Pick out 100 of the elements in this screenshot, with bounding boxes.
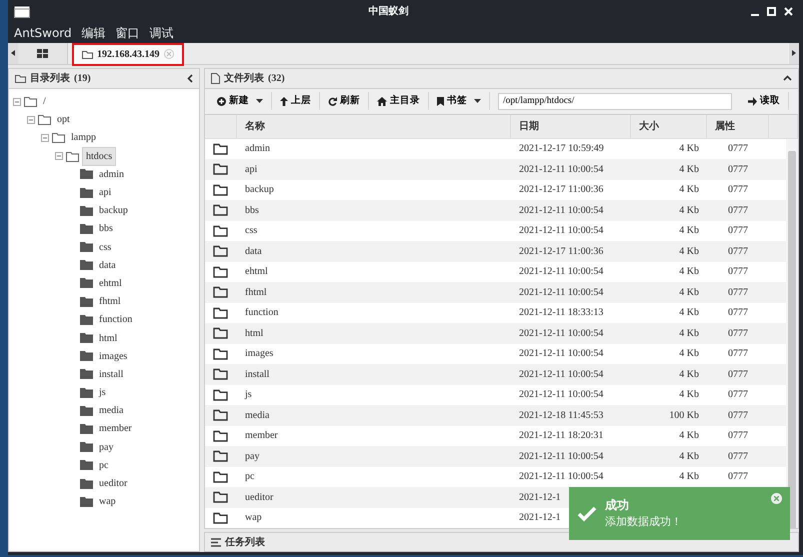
tree-item[interactable]: pay <box>96 438 116 456</box>
close-icon <box>774 496 779 501</box>
folder-icon <box>80 260 93 270</box>
tree-item[interactable]: api <box>96 184 114 202</box>
read-button[interactable]: 读取 <box>740 92 789 110</box>
folder-icon <box>213 163 228 176</box>
right-arrow-icon <box>792 50 796 56</box>
scroll-right-button[interactable] <box>789 42 799 64</box>
expand-toggle[interactable] <box>27 116 35 124</box>
minimize-icon <box>751 14 759 16</box>
tree-item[interactable]: admin <box>96 166 127 183</box>
column-header[interactable]: 名称 <box>237 114 511 138</box>
expand-toggle[interactable] <box>55 152 63 160</box>
column-header[interactable]: 日期 <box>511 114 631 138</box>
toolbar-button[interactable]: 刷新 <box>320 92 369 110</box>
table-cell-text: js <box>245 388 252 402</box>
table-cell-text: 0777 <box>728 368 748 382</box>
toolbar-button[interactable]: 上层 <box>272 92 320 110</box>
folder-icon <box>80 351 93 362</box>
table-cell-text: 2021-12-11 10:00:54 <box>519 162 604 177</box>
folder-icon <box>80 314 93 325</box>
collapse-icon[interactable] <box>783 75 792 81</box>
tree-item[interactable]: member <box>96 420 135 438</box>
table-cell-text: 0777 <box>728 388 748 402</box>
table-cell-text: 2021-12-11 10:00:54 <box>519 224 604 238</box>
menu-item[interactable]: 编辑 <box>82 24 106 42</box>
tree-item[interactable]: function <box>96 311 136 328</box>
tree-item[interactable]: js <box>96 384 109 402</box>
close-icon <box>784 7 793 16</box>
tree-item[interactable]: ehtml <box>96 274 125 292</box>
grid-tab[interactable] <box>18 42 68 64</box>
tree-item[interactable]: images <box>96 348 130 365</box>
tree-item[interactable]: pc <box>96 456 112 474</box>
tree-item[interactable]: media <box>96 402 126 420</box>
table-cell-text: 0777 <box>728 142 748 156</box>
folder-icon <box>213 286 228 298</box>
column-header[interactable]: 属性 <box>707 114 769 138</box>
tree-item[interactable]: fhtml <box>96 293 124 310</box>
table-cell-text: 4 Kb <box>679 429 699 444</box>
panel-title: 任务列表 <box>225 536 265 550</box>
tree-item[interactable]: / <box>40 93 49 110</box>
home-icon <box>377 96 387 106</box>
table-cell-text: function <box>245 306 278 320</box>
table-cell-text: 0777 <box>728 306 748 320</box>
left-arrow-icon <box>11 50 15 56</box>
collapse-icon[interactable] <box>187 74 193 82</box>
folder-icon <box>66 150 79 162</box>
table-cell-text: html <box>245 326 264 341</box>
table-cell-text: api <box>245 162 258 177</box>
table-cell-text: 0777 <box>728 347 748 362</box>
table-cell-text: 0777 <box>728 408 748 423</box>
column-header[interactable]: 大小 <box>631 114 707 138</box>
toolbar-button[interactable]: 书签 <box>429 92 490 110</box>
tree-item[interactable]: backup <box>96 202 131 220</box>
folder-icon <box>80 278 93 288</box>
table-cell-text: pc <box>245 470 254 484</box>
toolbar-button[interactable]: 主目录 <box>369 92 429 110</box>
toolbar-button[interactable]: 新建 <box>209 92 272 110</box>
menu-item[interactable]: 窗口 <box>116 24 140 42</box>
tree-item[interactable]: data <box>96 256 119 274</box>
folder-icon <box>213 470 228 483</box>
expand-toggle[interactable] <box>41 134 49 142</box>
table-cell-text: 2021-12-11 10:00:54 <box>519 347 604 362</box>
tree-item[interactable]: wap <box>96 493 119 510</box>
table-cell-text: 0777 <box>728 244 748 259</box>
window-title: 中国蚁剑 <box>368 4 410 20</box>
tree-item[interactable]: ueditor <box>96 475 130 492</box>
table-cell-text: 0777 <box>728 265 748 280</box>
scrollbar[interactable] <box>786 138 798 528</box>
table-cell-text: 0777 <box>728 470 748 484</box>
table-cell-text: data <box>245 244 262 259</box>
plus-circle-icon <box>217 96 226 106</box>
table-cell-text: fhtml <box>245 286 267 300</box>
table-cell-text: 2021-12-17 10:59:49 <box>519 142 604 156</box>
table-cell-text: 4 Kb <box>679 224 699 238</box>
tree-item[interactable]: css <box>96 238 114 256</box>
path-field[interactable]: /opt/lampp/htdocs/ <box>498 92 732 110</box>
scroll-left-button[interactable] <box>8 42 18 64</box>
table-cell-text: backup <box>245 183 274 198</box>
tree-item[interactable]: bbs <box>96 220 116 238</box>
table-cell-text: 0777 <box>728 450 748 464</box>
tree-item[interactable]: htdocs <box>82 146 116 166</box>
folder-icon <box>213 204 228 216</box>
table-cell-text: 2021-12-11 10:00:54 <box>519 326 604 341</box>
caret-icon <box>256 99 263 103</box>
folder-icon <box>80 333 93 344</box>
table-cell-text: 2021-12-11 18:33:13 <box>519 306 604 320</box>
tree-item[interactable]: html <box>96 330 120 347</box>
tree-item[interactable]: opt <box>54 111 73 128</box>
table-cell-text: 2021-12-11 10:00:54 <box>519 368 604 382</box>
table-cell-text: media <box>245 408 270 423</box>
tree-item[interactable]: install <box>96 366 126 383</box>
expand-toggle[interactable] <box>13 98 21 106</box>
tab[interactable]: 192.168.43.149 <box>74 44 182 64</box>
table-cell-text: 0777 <box>728 429 748 444</box>
menu-item[interactable]: AntSword <box>14 24 72 42</box>
menu-item[interactable]: 调试 <box>150 24 174 42</box>
folder-icon <box>213 266 228 278</box>
folder-icon <box>213 327 228 340</box>
tree-item[interactable]: lampp <box>68 129 99 146</box>
